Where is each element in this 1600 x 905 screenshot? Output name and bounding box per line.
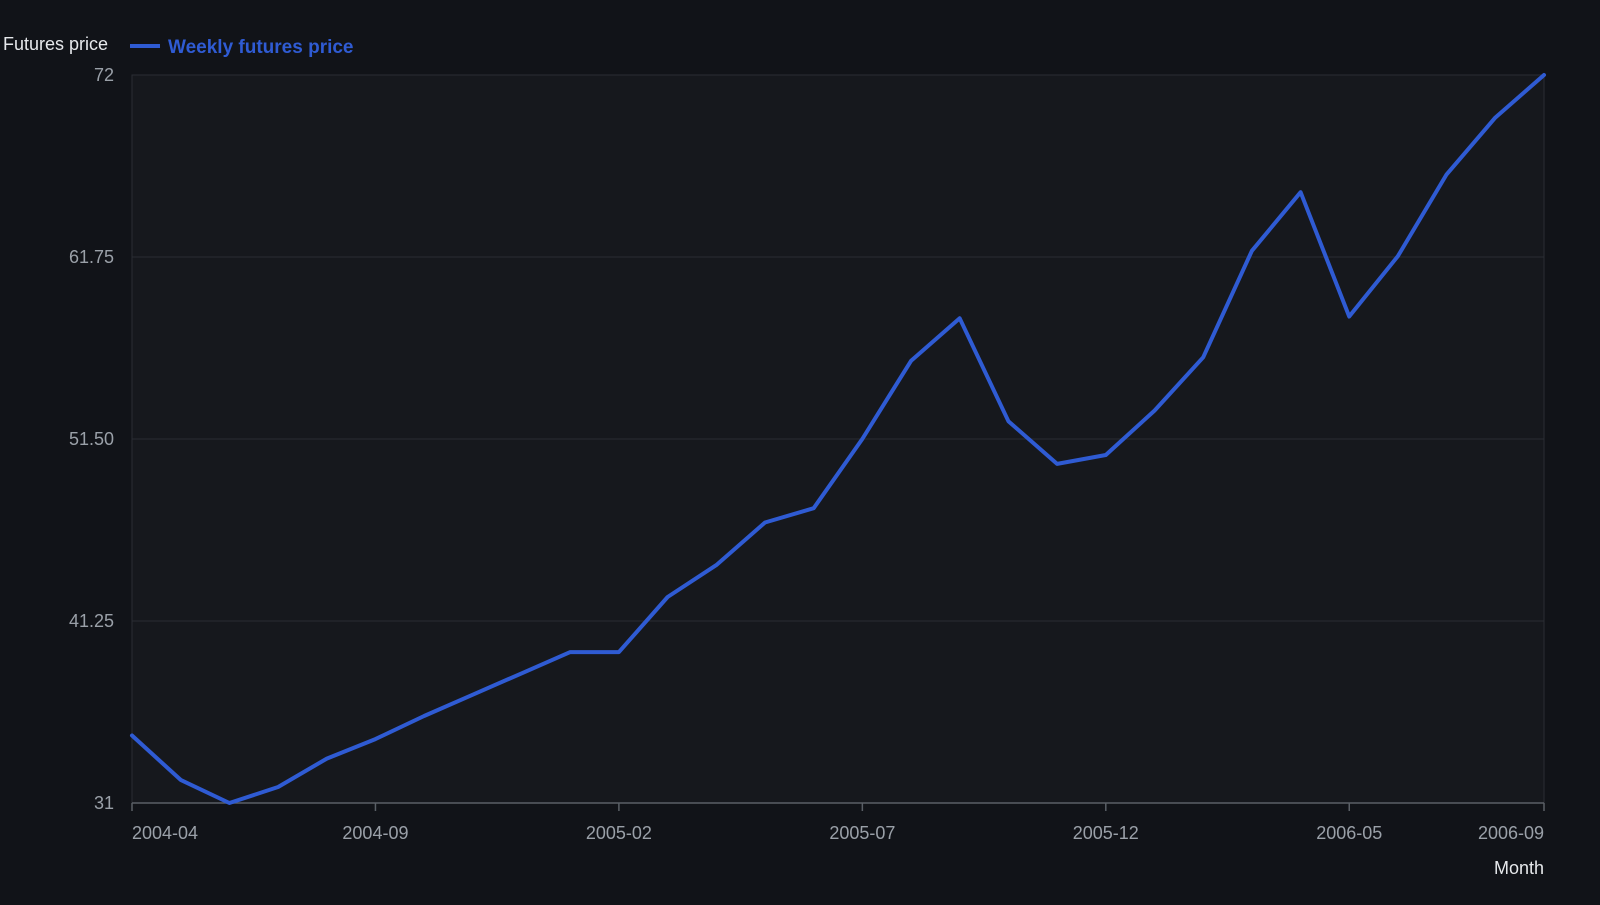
y-tick-label: 31 bbox=[94, 793, 114, 813]
data-point bbox=[957, 315, 963, 321]
data-point bbox=[908, 358, 914, 364]
data-point bbox=[421, 713, 427, 719]
x-tick-label: 2005-12 bbox=[1073, 823, 1139, 843]
data-point bbox=[1103, 452, 1109, 458]
x-axis-title: Month bbox=[1494, 858, 1544, 878]
data-point bbox=[226, 800, 232, 806]
x-tick-label: 2006-09 bbox=[1478, 823, 1544, 843]
chart-container: 31 41.25 51.50 61.75 72 2004-04 2004-09 2005-02… bbox=[0, 0, 1600, 900]
data-point bbox=[129, 733, 135, 739]
data-point bbox=[372, 736, 378, 742]
data-point bbox=[1492, 115, 1498, 121]
y-tick-label: 72 bbox=[94, 65, 114, 85]
data-point bbox=[1395, 253, 1401, 259]
x-tick-label: 2005-07 bbox=[829, 823, 895, 843]
data-point bbox=[713, 562, 719, 568]
x-tick-label: 2004-09 bbox=[342, 823, 408, 843]
data-point bbox=[811, 505, 817, 511]
data-point bbox=[470, 692, 476, 698]
data-point bbox=[1152, 408, 1158, 414]
data-point bbox=[324, 756, 330, 762]
data-point bbox=[1346, 314, 1352, 320]
data-point bbox=[178, 777, 184, 783]
data-point bbox=[1444, 171, 1450, 177]
data-point bbox=[1054, 461, 1060, 467]
data-point bbox=[275, 784, 281, 790]
data-point bbox=[762, 520, 768, 526]
legend-label: Weekly futures price bbox=[168, 37, 354, 58]
line-chart: 31 41.25 51.50 61.75 72 2004-04 2004-09 2005-02… bbox=[0, 0, 1600, 900]
x-tick-label: 2004-04 bbox=[132, 823, 198, 843]
y-axis-title: Futures price bbox=[3, 34, 108, 54]
x-tick-label: 2005-02 bbox=[586, 823, 652, 843]
data-point bbox=[665, 594, 671, 600]
data-point bbox=[1298, 189, 1304, 195]
data-point bbox=[859, 436, 865, 442]
y-tick-label: 41.25 bbox=[69, 611, 114, 631]
y-tick-label: 51.50 bbox=[69, 429, 114, 449]
data-point bbox=[1541, 72, 1547, 78]
data-point bbox=[1005, 418, 1011, 424]
data-point bbox=[567, 649, 573, 655]
data-point bbox=[519, 670, 525, 676]
data-point bbox=[1249, 248, 1255, 254]
data-point bbox=[1200, 354, 1206, 360]
data-point bbox=[616, 649, 622, 655]
y-tick-label: 61.75 bbox=[69, 247, 114, 267]
x-tick-label: 2006-05 bbox=[1316, 823, 1382, 843]
